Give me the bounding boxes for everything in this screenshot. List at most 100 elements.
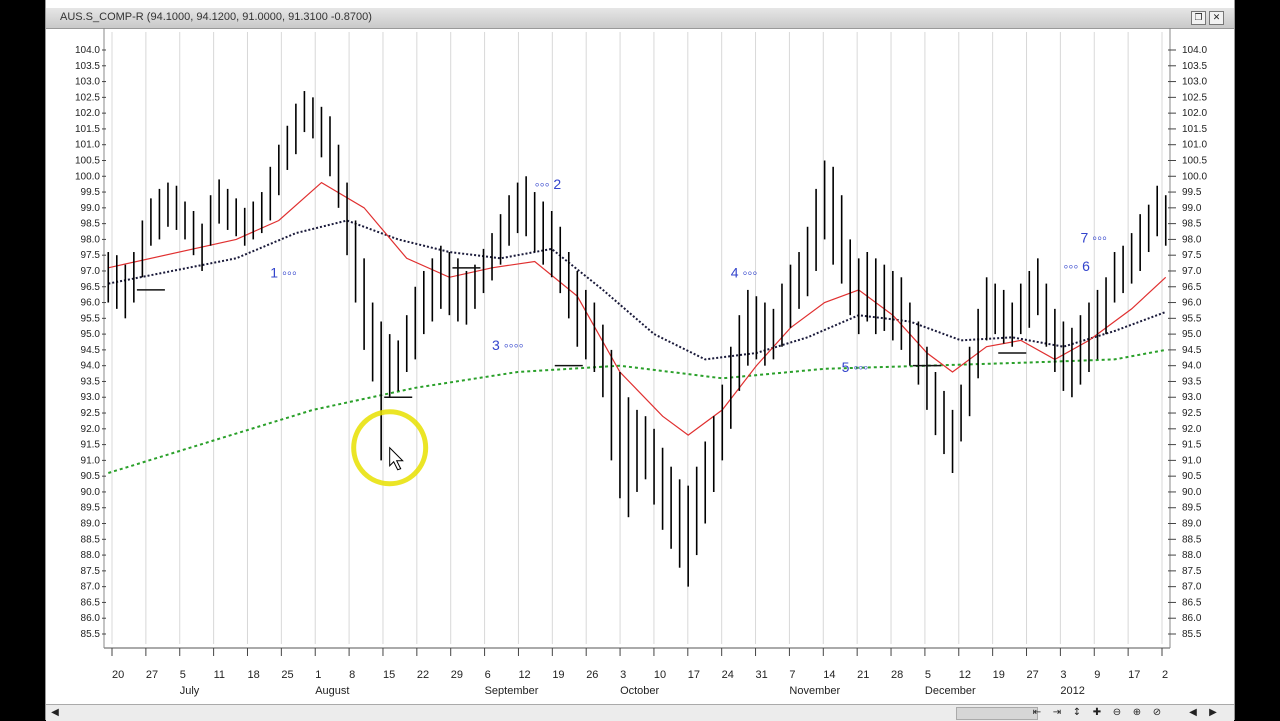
x-day-label: 29 bbox=[451, 669, 463, 681]
y-tick-label-right: 95.5 bbox=[1182, 313, 1202, 324]
y-tick-label-right: 87.0 bbox=[1182, 582, 1202, 593]
y-tick-label: 101.0 bbox=[75, 140, 100, 151]
y-tick-label-right: 90.0 bbox=[1182, 487, 1202, 498]
y-tick-label: 88.0 bbox=[81, 550, 101, 561]
x-day-label: 27 bbox=[1027, 669, 1039, 681]
x-month-label: August bbox=[315, 685, 349, 697]
scroll-left-small-icon[interactable]: ◀ bbox=[1186, 707, 1200, 719]
cursor-highlight bbox=[351, 409, 429, 487]
x-day-label: 12 bbox=[959, 669, 971, 681]
y-tick-label: 95.5 bbox=[81, 313, 101, 324]
y-tick-label-right: 103.5 bbox=[1182, 61, 1207, 72]
y-tick-label: 94.5 bbox=[81, 345, 101, 356]
x-day-label: 5 bbox=[180, 669, 186, 681]
y-tick-label: 86.0 bbox=[81, 613, 101, 624]
y-tick-label: 102.5 bbox=[75, 92, 100, 103]
y-tick-label-right: 100.0 bbox=[1182, 171, 1207, 182]
scroll-left-end-icon[interactable]: ⇤ bbox=[1030, 707, 1044, 719]
x-day-label: 12 bbox=[518, 669, 530, 681]
x-day-label: 19 bbox=[552, 669, 564, 681]
zoom-reset-icon[interactable]: ⊘ bbox=[1150, 707, 1164, 719]
zoom-in-icon[interactable]: ⊕ bbox=[1130, 707, 1144, 719]
y-tick-label: 92.5 bbox=[81, 408, 101, 419]
wave-label: ◦◦◦ 2 bbox=[535, 176, 562, 192]
x-day-label: 28 bbox=[891, 669, 903, 681]
y-tick-label: 93.0 bbox=[81, 392, 101, 403]
y-tick-label-right: 91.5 bbox=[1182, 440, 1202, 451]
chart-scrollbar[interactable]: ◀ ⇤ ⇥ ↕ ✚ ⊖ ⊕ ⊘ ◀ ▶ bbox=[46, 704, 1234, 721]
scrollbar-thumb[interactable] bbox=[956, 707, 1038, 720]
y-tick-label: 91.5 bbox=[81, 440, 101, 451]
zoom-out-icon[interactable]: ⊖ bbox=[1110, 707, 1124, 719]
wave-label: 4 ◦◦◦ bbox=[731, 264, 758, 280]
x-day-label: 2 bbox=[1162, 669, 1168, 681]
y-tick-label-right: 101.5 bbox=[1182, 124, 1207, 135]
x-day-label: 10 bbox=[654, 669, 666, 681]
wave-label: ◦◦◦ 6 bbox=[1063, 258, 1090, 274]
x-day-label: 18 bbox=[247, 669, 259, 681]
y-tick-label: 86.5 bbox=[81, 597, 101, 608]
y-tick-label-right: 98.0 bbox=[1182, 234, 1202, 245]
y-tick-label: 96.0 bbox=[81, 298, 101, 309]
x-day-label: 8 bbox=[349, 669, 355, 681]
chart-window: AUS.S_COMP-R (94.1000, 94.1200, 91.0000,… bbox=[45, 0, 1235, 721]
x-day-label: 21 bbox=[857, 669, 869, 681]
x-month-label: October bbox=[620, 685, 659, 697]
y-tick-label-right: 88.0 bbox=[1182, 550, 1202, 561]
y-tick-label: 90.5 bbox=[81, 471, 101, 482]
y-tick-label-right: 97.5 bbox=[1182, 250, 1202, 261]
y-tick-label-right: 86.5 bbox=[1182, 597, 1202, 608]
x-day-label: 3 bbox=[1060, 669, 1066, 681]
vertical-scale-icon[interactable]: ↕ bbox=[1070, 707, 1084, 719]
y-tick-label: 89.0 bbox=[81, 519, 101, 530]
fast-moving-average bbox=[108, 181, 1167, 436]
y-tick-label-right: 93.0 bbox=[1182, 392, 1202, 403]
y-tick-label: 93.5 bbox=[81, 376, 101, 387]
y-tick-label-right: 97.0 bbox=[1182, 266, 1202, 277]
y-tick-label: 98.5 bbox=[81, 219, 101, 230]
y-tick-label-right: 100.5 bbox=[1182, 155, 1207, 166]
y-tick-label-right: 89.5 bbox=[1182, 503, 1202, 514]
y-tick-label: 91.0 bbox=[81, 455, 101, 466]
y-tick-label-right: 96.0 bbox=[1182, 298, 1202, 309]
x-day-label: 9 bbox=[1094, 669, 1100, 681]
x-day-label: 25 bbox=[281, 669, 293, 681]
y-tick-label: 103.5 bbox=[75, 61, 100, 72]
crosshair-icon[interactable]: ✚ bbox=[1090, 707, 1104, 719]
y-tick-label-right: 86.0 bbox=[1182, 613, 1202, 624]
x-day-label: 31 bbox=[756, 669, 768, 681]
scroll-left-icon[interactable]: ◀ bbox=[48, 707, 62, 719]
price-bars bbox=[107, 91, 1167, 587]
y-tick-label-right: 104.0 bbox=[1182, 45, 1207, 56]
x-day-label: 3 bbox=[620, 669, 626, 681]
y-tick-label: 92.0 bbox=[81, 424, 101, 435]
y-tick-label: 95.0 bbox=[81, 329, 101, 340]
x-month-label: November bbox=[789, 685, 840, 697]
y-tick-label-right: 99.5 bbox=[1182, 187, 1202, 198]
y-tick-label-right: 94.0 bbox=[1182, 361, 1202, 372]
y-tick-label: 100.5 bbox=[75, 155, 100, 166]
y-tick-label-right: 103.0 bbox=[1182, 77, 1207, 88]
mouse-cursor-icon bbox=[389, 446, 404, 471]
y-tick-label: 94.0 bbox=[81, 361, 101, 372]
y-tick-label-right: 99.0 bbox=[1182, 203, 1202, 214]
y-tick-label: 89.5 bbox=[81, 503, 101, 514]
y-tick-label: 97.5 bbox=[81, 250, 101, 261]
scroll-right-end-icon[interactable]: ⇥ bbox=[1050, 707, 1064, 719]
y-tick-label: 96.5 bbox=[81, 282, 101, 293]
price-chart[interactable]: 104.0 103.5 103.0 102.5 102.0 101.5 101.0 100.5… bbox=[46, 0, 1234, 704]
y-tick-label: 100.0 bbox=[75, 171, 100, 182]
x-month-label: July bbox=[180, 685, 200, 697]
y-axis-right: 104.0 103.5 103.0 102.5 102.0 101.5 101.0 100.5… bbox=[1168, 45, 1207, 640]
y-tick-label-right: 95.0 bbox=[1182, 329, 1202, 340]
y-tick-label: 104.0 bbox=[75, 45, 100, 56]
y-tick-label-right: 94.5 bbox=[1182, 345, 1202, 356]
x-month-label: September bbox=[485, 685, 539, 697]
y-tick-label-right: 101.0 bbox=[1182, 140, 1207, 151]
x-day-label: 17 bbox=[688, 669, 700, 681]
wave-label: 5 ◦◦◦ bbox=[842, 359, 869, 375]
y-tick-label-right: 89.0 bbox=[1182, 519, 1202, 530]
wave-label: 7 ◦◦◦ bbox=[1080, 230, 1107, 246]
scroll-right-icon[interactable]: ▶ bbox=[1206, 707, 1220, 719]
y-tick-label-right: 102.5 bbox=[1182, 92, 1207, 103]
